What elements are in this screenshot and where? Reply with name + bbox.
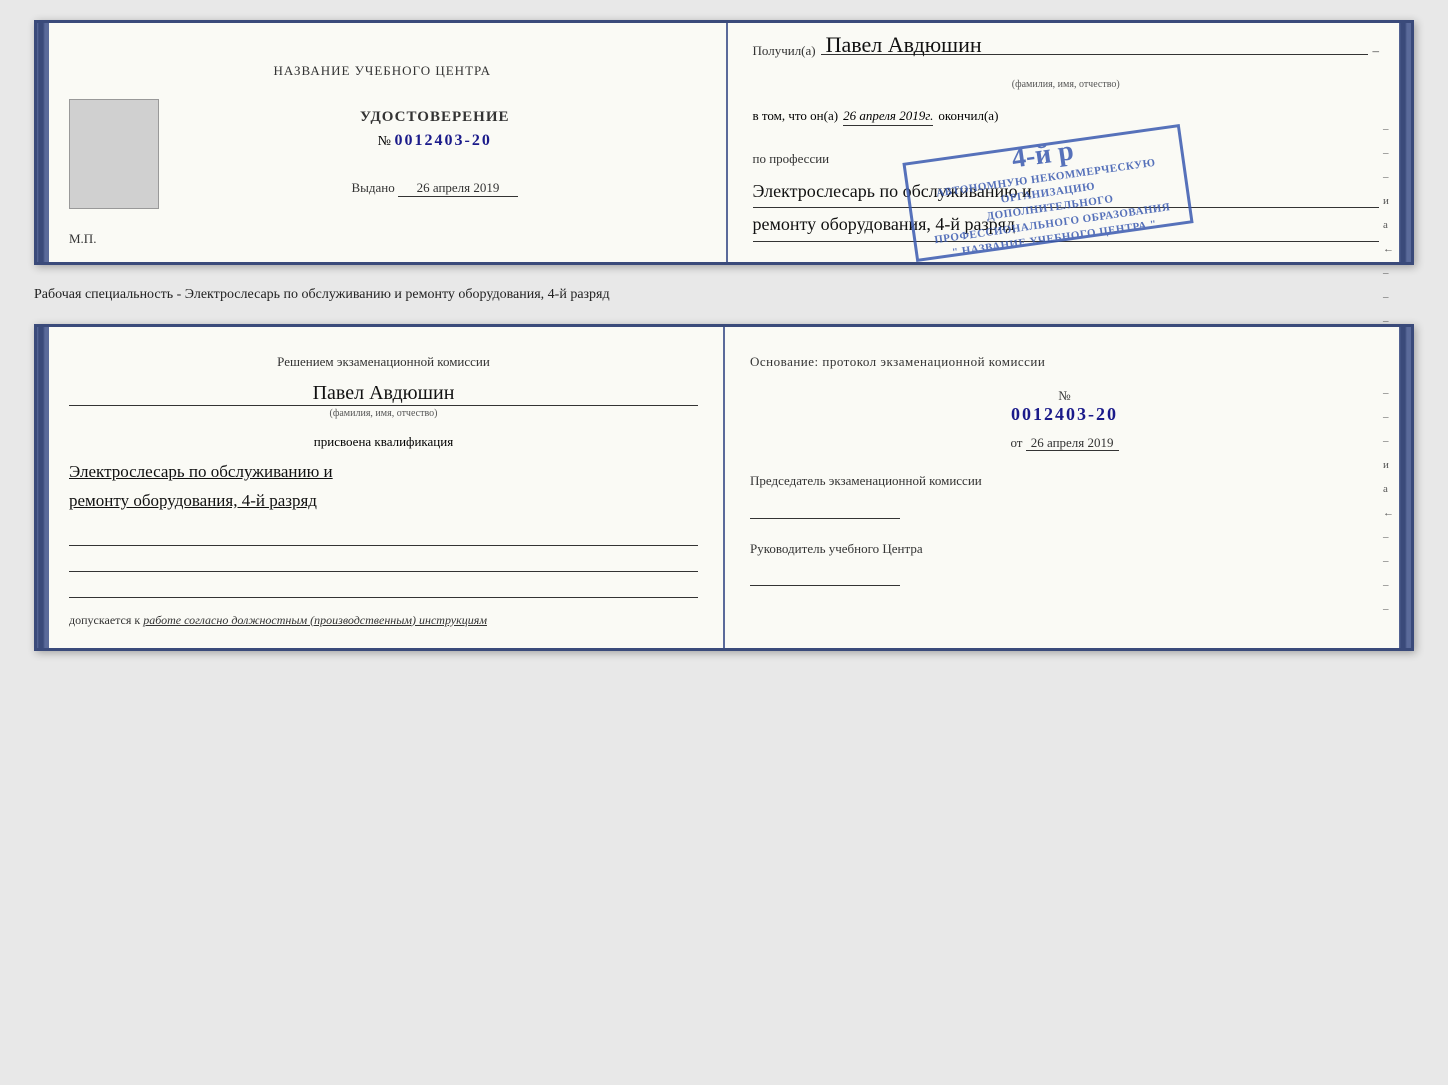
chairman-section: Председатель экзаменационной комиссии bbox=[750, 471, 1379, 519]
cert-title: УДОСТОВЕРЕНИЕ bbox=[174, 109, 696, 126]
cert-middle-section: УДОСТОВЕРЕНИЕ № 0012403-20 Выдано 26 апр… bbox=[69, 99, 696, 209]
book-right-page: Получил(а) Павел Авдюшин – (фамилия, имя… bbox=[728, 23, 1400, 262]
received-line: Получил(а) Павел Авдюшин – bbox=[753, 43, 1380, 59]
issued-date: 26 апреля 2019 bbox=[398, 180, 518, 197]
допускается-section: допускается к работе согласно должностны… bbox=[69, 613, 698, 628]
bottom-right-content: Основание: протокол экзаменационной коми… bbox=[750, 352, 1379, 586]
profession-label: по профессии bbox=[753, 151, 1380, 167]
book-spine-left bbox=[37, 23, 49, 262]
signature-lines bbox=[69, 526, 698, 598]
right-side-marks: – – – и а ← – – – bbox=[1383, 123, 1394, 327]
bottom-right-page: Основание: протокол экзаменационной коми… bbox=[725, 327, 1399, 647]
chairman-label: Председатель экзаменационной комиссии bbox=[750, 471, 1379, 491]
doc-number-row: № 0012403-20 bbox=[750, 388, 1379, 425]
separator-text: Рабочая специальность - Электрослесарь п… bbox=[34, 281, 1414, 309]
cert-number: 0012403-20 bbox=[395, 132, 492, 149]
bottom-left-page: Решением экзаменационной комиссии Павел … bbox=[49, 327, 725, 647]
director-label: Руководитель учебного Центра bbox=[750, 539, 1379, 559]
vtom-date: 26 апреля 2019г. bbox=[843, 108, 933, 126]
profession-line1: Электрослесарь по обслуживанию и bbox=[753, 175, 1380, 208]
separator-content: Рабочая специальность - Электрослесарь п… bbox=[34, 287, 610, 302]
cert-number-row: № 0012403-20 bbox=[174, 132, 696, 150]
doc-number: 0012403-20 bbox=[750, 404, 1379, 425]
from-date-row: от 26 апреля 2019 bbox=[750, 435, 1379, 451]
sign-line-1 bbox=[69, 526, 698, 546]
bottom-document-book: Решением экзаменационной комиссии Павел … bbox=[34, 324, 1414, 650]
vtom-section: в том, что он(а) 26 апреля 2019г. окончи… bbox=[753, 108, 1380, 126]
bottom-name-sublabel: (фамилия, имя, отчество) bbox=[69, 408, 698, 419]
osnov-title: Основание: протокол экзаменационной коми… bbox=[750, 352, 1379, 373]
issued-label: Выдано bbox=[352, 180, 395, 195]
received-label: Получил(а) bbox=[753, 43, 816, 59]
vtom-label: в том, что он(а) bbox=[753, 108, 839, 124]
допускается-label: допускается к bbox=[69, 613, 140, 627]
left-header: НАЗВАНИЕ УЧЕБНОГО ЦЕНТРА bbox=[69, 63, 696, 79]
name-sublabel: (фамилия, имя, отчество) bbox=[753, 79, 1380, 90]
qual-line1: Электрослесарь по обслуживанию и bbox=[69, 458, 698, 487]
vtom-row: в том, что он(а) 26 апреля 2019г. окончи… bbox=[753, 108, 1380, 126]
qual-line2: ремонту оборудования, 4-й разряд bbox=[69, 487, 698, 516]
bottom-right-side-marks: – – – и а ← – – – – bbox=[1383, 387, 1394, 615]
bottom-name-handwritten: Павел Авдюшин bbox=[69, 382, 698, 406]
cert-number-label: № bbox=[378, 134, 391, 149]
qualification-section: присвоена квалификация Электрослесарь по… bbox=[69, 434, 698, 516]
допускается-hand: работе согласно должностным (производств… bbox=[143, 613, 487, 627]
decision-text: Решением экзаменационной комиссии bbox=[69, 352, 698, 372]
mp-label: М.П. bbox=[69, 231, 96, 247]
chairman-sign-line bbox=[750, 499, 900, 519]
cert-issued: Выдано 26 апреля 2019 bbox=[174, 180, 696, 197]
photo-placeholder bbox=[69, 99, 159, 209]
profession-section: по профессии Электрослесарь по обслужива… bbox=[753, 151, 1380, 242]
profession-line2: ремонту оборудования, 4-й разряд bbox=[753, 208, 1380, 241]
bottom-spine-right bbox=[1399, 327, 1411, 647]
assigned-label: присвоена квалификация bbox=[69, 434, 698, 450]
bottom-spine-left bbox=[37, 327, 49, 647]
from-date-value: 26 апреля 2019 bbox=[1026, 435, 1119, 451]
sign-line-2 bbox=[69, 552, 698, 572]
cert-info-block: УДОСТОВЕРЕНИЕ № 0012403-20 Выдано 26 апр… bbox=[174, 99, 696, 197]
from-label: от bbox=[1010, 435, 1022, 450]
book-spine-right bbox=[1399, 23, 1411, 262]
director-section: Руководитель учебного Центра bbox=[750, 539, 1379, 587]
sign-line-3 bbox=[69, 578, 698, 598]
number-label: № bbox=[1058, 388, 1070, 403]
director-sign-line bbox=[750, 566, 900, 586]
bottom-name-block: Павел Авдюшин (фамилия, имя, отчество) bbox=[69, 382, 698, 419]
recipient-name: Павел Авдюшин bbox=[826, 32, 982, 58]
finished-label: окончил(а) bbox=[938, 108, 998, 124]
top-document-book: НАЗВАНИЕ УЧЕБНОГО ЦЕНТРА УДОСТОВЕРЕНИЕ №… bbox=[34, 20, 1414, 265]
book-left-page: НАЗВАНИЕ УЧЕБНОГО ЦЕНТРА УДОСТОВЕРЕНИЕ №… bbox=[49, 23, 728, 262]
